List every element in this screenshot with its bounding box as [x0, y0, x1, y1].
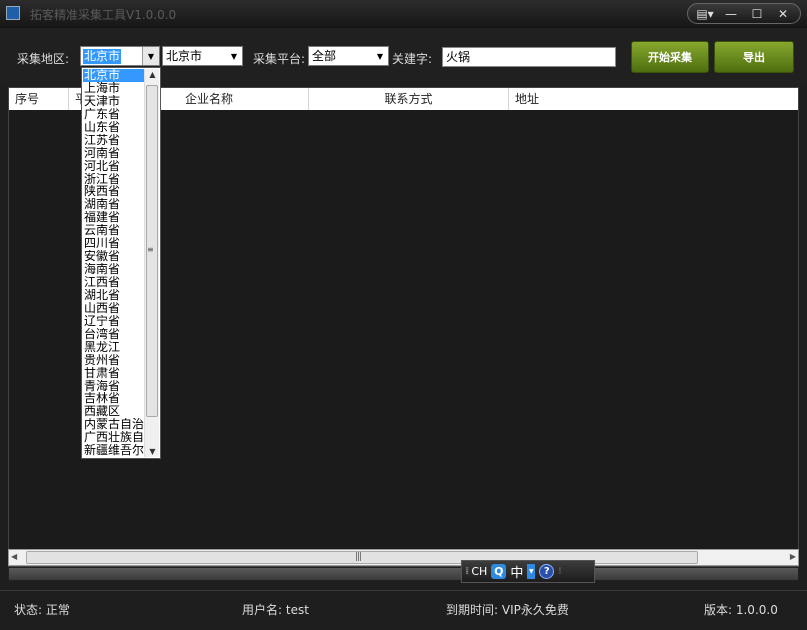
status-user: 用户名: test: [242, 603, 309, 617]
dropdown-option[interactable]: 江苏省: [83, 134, 145, 147]
dropdown-option[interactable]: 新疆维吾尔: [83, 444, 145, 457]
q-input-icon[interactable]: Q: [491, 564, 507, 579]
dropdown-option[interactable]: 湖北省: [83, 289, 145, 302]
dropdown-option[interactable]: 四川省: [83, 237, 145, 250]
dropdown-option[interactable]: 江西省: [83, 276, 145, 289]
keyword-label: 关建字:: [392, 52, 433, 66]
dropdown-option[interactable]: 山东省: [83, 121, 145, 134]
scroll-right-icon[interactable]: ▶: [790, 552, 796, 561]
ime-toolbar[interactable]: ⁞⁞ CH Q 中 ▼ ? ⁝: [461, 560, 595, 583]
dropdown-option[interactable]: 福建省: [83, 211, 145, 224]
province-select-value: 北京市: [83, 49, 122, 64]
status-expire: 到期时间: VIP永久免费: [446, 603, 569, 617]
title-bar: 拓客精准采集工具V1.0.0.0 ▤▾ — ☐ ✕: [0, 0, 807, 28]
dropdown-option[interactable]: 上海市: [83, 82, 145, 95]
dropdown-option[interactable]: 河南省: [83, 147, 145, 160]
dropdown-option[interactable]: 河北省: [83, 160, 145, 173]
start-collect-button[interactable]: 开始采集: [631, 41, 709, 73]
scroll-up-icon[interactable]: ▲: [145, 70, 160, 79]
dropdown-option[interactable]: 湖南省: [83, 198, 145, 211]
city-select[interactable]: 北京市 ▼: [162, 46, 243, 66]
column-header-index[interactable]: 序号: [9, 88, 69, 110]
dropdown-option[interactable]: 青海省: [83, 380, 145, 393]
platform-select[interactable]: 全部 ▼: [308, 46, 389, 66]
grip-icon: ≡: [147, 245, 154, 254]
platform-select-value: 全部: [312, 49, 337, 63]
dropdown-option[interactable]: 内蒙古自治: [83, 418, 145, 431]
horizontal-scrollbar[interactable]: ◀ ||| ▶: [8, 549, 799, 566]
status-state: 状态: 正常: [14, 603, 70, 617]
region-label: 采集地区:: [17, 52, 70, 66]
dropdown-option[interactable]: 天津市: [83, 95, 145, 108]
status-bar: 状态: 正常 用户名: test 到期时间: VIP永久免费 版本: 1.0.0…: [0, 590, 807, 630]
chevron-down-icon[interactable]: ▼: [226, 47, 242, 65]
dropdown-option[interactable]: 安徽省: [83, 250, 145, 263]
menu-dropdown-icon[interactable]: ▤▾: [694, 5, 716, 22]
app-icon: [6, 6, 20, 20]
dropdown-option[interactable]: 甘肃省: [83, 367, 145, 380]
minimize-icon[interactable]: —: [720, 5, 742, 22]
window-title: 拓客精准采集工具V1.0.0.0: [30, 8, 177, 22]
dropdown-options: 北京市 上海市 天津市 广东省 山东省 江苏省 河南省 河北省 浙江省 陕西省 湖南省 福建省 云南省四…: [83, 69, 145, 457]
drag-handle-icon[interactable]: ⁞⁞: [465, 566, 470, 577]
province-dropdown-list[interactable]: 北京市 上海市 天津市 广东省 山东省 江苏省 河南省 河北省 浙江省 陕西省 湖南省 福建省 云南省四…: [81, 67, 161, 459]
platform-label: 采集平台:: [253, 52, 306, 66]
dropdown-option[interactable]: 广东省: [83, 108, 145, 121]
city-select-value: 北京市: [166, 49, 203, 63]
dropdown-option[interactable]: 云南省: [83, 224, 145, 237]
options-icon[interactable]: ⁝: [558, 566, 562, 577]
dropdown-option[interactable]: 海南省: [83, 263, 145, 276]
help-icon[interactable]: ?: [539, 564, 555, 579]
chevron-down-icon[interactable]: ▼: [527, 564, 536, 579]
dropdown-option[interactable]: 浙江省: [83, 173, 145, 186]
dropdown-option[interactable]: 西藏区: [83, 405, 145, 418]
ime-lang[interactable]: CH: [471, 565, 487, 578]
ime-mode[interactable]: 中: [510, 562, 523, 581]
dropdown-scrollbar[interactable]: ▲ ≡ ▼: [144, 69, 159, 457]
grip-icon: |||: [355, 552, 362, 562]
close-icon[interactable]: ✕: [772, 5, 794, 22]
chevron-down-icon[interactable]: ▼: [372, 47, 388, 65]
dropdown-option[interactable]: 吉林省: [83, 392, 145, 405]
column-header-company[interactable]: 企业名称: [161, 88, 309, 110]
chevron-down-icon[interactable]: ▼: [142, 47, 159, 65]
column-header-contact[interactable]: 联系方式: [309, 88, 509, 110]
dropdown-option[interactable]: 贵州省: [83, 354, 145, 367]
province-select[interactable]: 北京市 ▼: [80, 46, 160, 66]
dropdown-option[interactable]: 山西省: [83, 302, 145, 315]
scroll-left-icon[interactable]: ◀: [11, 552, 17, 561]
status-version: 版本: 1.0.0.0: [704, 603, 778, 617]
scrollbar-thumb[interactable]: |||: [26, 551, 698, 564]
dropdown-option[interactable]: 陕西省: [83, 185, 145, 198]
progress-bar: [8, 567, 799, 581]
dropdown-option[interactable]: 广西壮族自: [83, 431, 145, 444]
dropdown-option[interactable]: 北京市: [83, 69, 145, 82]
maximize-icon[interactable]: ☐: [746, 5, 768, 22]
column-header-address[interactable]: 地址: [509, 88, 798, 110]
keyword-input[interactable]: 火锅: [442, 47, 616, 67]
window-controls: ▤▾ — ☐ ✕: [687, 3, 801, 24]
export-button[interactable]: 导出: [714, 41, 794, 73]
dropdown-option[interactable]: 辽宁省: [83, 315, 145, 328]
scroll-down-icon[interactable]: ▼: [145, 447, 160, 456]
dropdown-option[interactable]: 黑龙江: [83, 341, 145, 354]
dropdown-option[interactable]: 台湾省: [83, 328, 145, 341]
